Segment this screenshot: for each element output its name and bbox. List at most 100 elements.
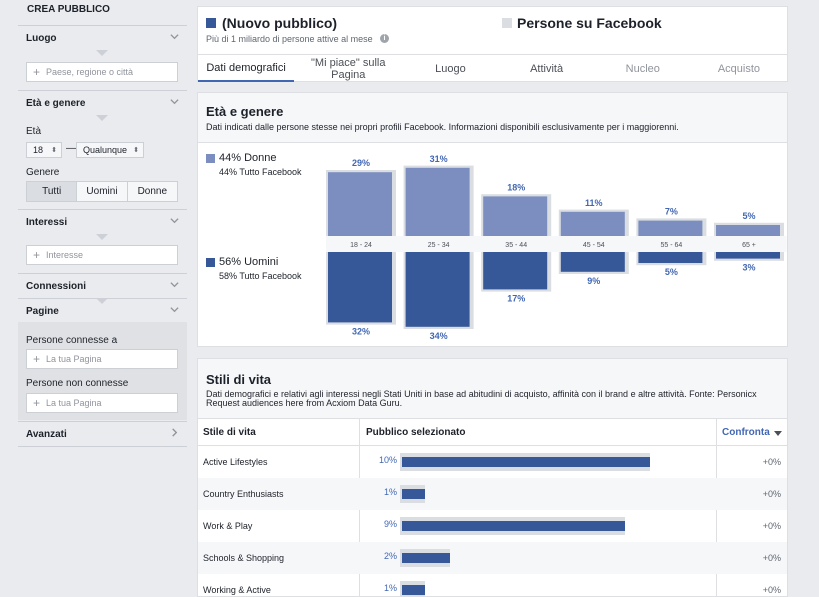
men-value-label: 32%	[352, 326, 370, 336]
section-avanzati-label: Avanzati	[26, 429, 67, 440]
compare-value: +0%	[762, 489, 781, 499]
sidebar: CREA PUBBLICO Luogo + Paese, regione o c…	[18, 0, 187, 597]
section-notch	[96, 234, 108, 240]
men-value-label: 34%	[430, 331, 448, 341]
select-arrow-icon: ⬍	[133, 147, 139, 154]
table-row[interactable]: Active Lifestyles 10% +0%	[198, 446, 787, 478]
selected-bar	[402, 553, 450, 563]
selected-bar	[402, 585, 425, 595]
lifestyle-percent: 1%	[383, 583, 397, 593]
table-row[interactable]: Schools & Shopping 2% +0%	[198, 542, 787, 574]
selected-bar	[402, 489, 425, 499]
men-bar	[560, 252, 625, 272]
tab-acquisto[interactable]: Acquisto	[691, 55, 787, 82]
not-connected-label: Persone non connesse	[26, 378, 129, 389]
section-notch	[96, 115, 108, 121]
lifestyle-percent: 1%	[383, 487, 397, 497]
lifestyle-card: Stili di vita Dati demografici e relativ…	[197, 358, 788, 597]
lifestyle-name: Working & Active	[203, 585, 271, 595]
tab-bar: Dati demografici "Mi piace" sulla Pagina…	[198, 54, 787, 82]
section-notch	[96, 50, 108, 56]
section-interessi[interactable]: Interessi	[18, 209, 187, 234]
audience-color-square	[206, 18, 216, 28]
men-value-label: 17%	[507, 293, 525, 303]
age-to-value: Qualunque	[83, 145, 128, 155]
chevron-down-icon	[170, 307, 179, 313]
women-bar	[483, 196, 548, 236]
compare-bar	[400, 549, 450, 567]
plus-icon: +	[33, 65, 41, 79]
lifestyle-percent: 10%	[378, 455, 397, 465]
table-row[interactable]: Work & Play 9% +0%	[198, 510, 787, 542]
section-connessioni[interactable]: Connessioni	[18, 273, 187, 298]
lifestyle-description-line2: Request audiences here from Acxiom Data …	[206, 398, 403, 408]
men-bar	[405, 252, 470, 327]
age-gender-card: Età e genere Dati indicati dalle persone…	[197, 92, 788, 347]
compare-bar	[400, 517, 625, 535]
women-bar	[638, 220, 703, 236]
men-value-label: 5%	[665, 267, 678, 277]
section-luogo-label: Luogo	[26, 33, 57, 44]
women-value-label: 11%	[585, 198, 603, 208]
gender-label: Genere	[26, 167, 60, 178]
tab-nucleo[interactable]: Nucleo	[595, 55, 691, 82]
compare-title: Persone su Facebook	[517, 15, 662, 31]
tab-luogo[interactable]: Luogo	[402, 55, 498, 82]
age-category-label: 45 - 54	[583, 242, 605, 249]
compare-value: +0%	[762, 553, 781, 563]
tab-attivita[interactable]: Attività	[499, 55, 595, 82]
plus-icon: +	[33, 396, 41, 410]
table-row[interactable]: Working & Active 1% +0%	[198, 574, 787, 597]
connected-page-input[interactable]: + La tua Pagina	[26, 349, 178, 369]
connected-page-placeholder: La tua Pagina	[46, 354, 102, 364]
location-input[interactable]: + Paese, regione o città	[26, 62, 178, 82]
sidebar-title: CREA PUBBLICO	[27, 4, 110, 15]
men-bar	[328, 252, 392, 323]
not-connected-page-input[interactable]: + La tua Pagina	[26, 393, 178, 413]
section-pagine[interactable]: Pagine	[18, 298, 187, 322]
column-header-selected: Pubblico selezionato	[366, 427, 466, 438]
age-from-value: 18	[33, 145, 44, 155]
selected-bar	[402, 521, 625, 531]
women-value-label: 7%	[665, 207, 678, 217]
age-to-select[interactable]: Qualunque ⬍	[76, 142, 144, 158]
section-interessi-label: Interessi	[26, 217, 68, 228]
interest-input[interactable]: + Interesse	[26, 245, 178, 265]
lifestyle-name: Work & Play	[203, 521, 253, 531]
age-dash: —	[66, 143, 76, 154]
men-bar	[483, 252, 548, 290]
women-bar	[560, 211, 625, 236]
tab-dati-demografici[interactable]: Dati demografici	[198, 55, 295, 82]
column-header-style: Stile di vita	[203, 427, 256, 438]
tab-mi-piace[interactable]: "Mi piace" sulla Pagina	[294, 55, 402, 82]
age-from-select[interactable]: 18 ⬍	[26, 142, 62, 158]
compare-bar	[400, 453, 650, 471]
compare-bar	[400, 485, 425, 503]
women-bar	[328, 172, 392, 236]
lifestyle-table-header: Stile di vita Pubblico selezionato Confr…	[198, 419, 787, 446]
interest-placeholder: Interesse	[46, 250, 84, 260]
women-value-label: 31%	[430, 154, 448, 164]
table-row[interactable]: Country Enthusiasts 1% +0%	[198, 478, 787, 510]
gender-option-uomini[interactable]: Uomini	[77, 182, 128, 201]
lifestyle-header: Stili di vita Dati demografici e relativ…	[198, 359, 787, 419]
chevron-down-icon	[170, 218, 179, 224]
women-bar	[405, 167, 470, 236]
age-category-label: 65 +	[742, 242, 756, 249]
men-value-label: 9%	[587, 276, 600, 286]
section-avanzati[interactable]: Avanzati	[18, 421, 187, 446]
lifestyle-percent: 9%	[383, 519, 397, 529]
age-label: Età	[26, 126, 42, 137]
compare-value: +0%	[762, 457, 781, 467]
info-icon[interactable]: i	[380, 34, 389, 43]
gender-option-donne[interactable]: Donne	[128, 182, 177, 201]
section-eta-genere[interactable]: Età e genere	[18, 90, 187, 115]
gender-option-tutti[interactable]: Tutti	[27, 182, 78, 201]
lifestyle-name: Active Lifestyles	[203, 457, 268, 467]
lifestyle-title: Stili di vita	[206, 372, 272, 387]
section-luogo[interactable]: Luogo	[18, 25, 187, 50]
age-axis-band	[326, 236, 787, 252]
compare-dropdown[interactable]: Confronta	[722, 427, 770, 438]
pages-panel: Persone connesse a + La tua Pagina Perso…	[18, 322, 187, 420]
compare-color-square	[502, 18, 512, 28]
